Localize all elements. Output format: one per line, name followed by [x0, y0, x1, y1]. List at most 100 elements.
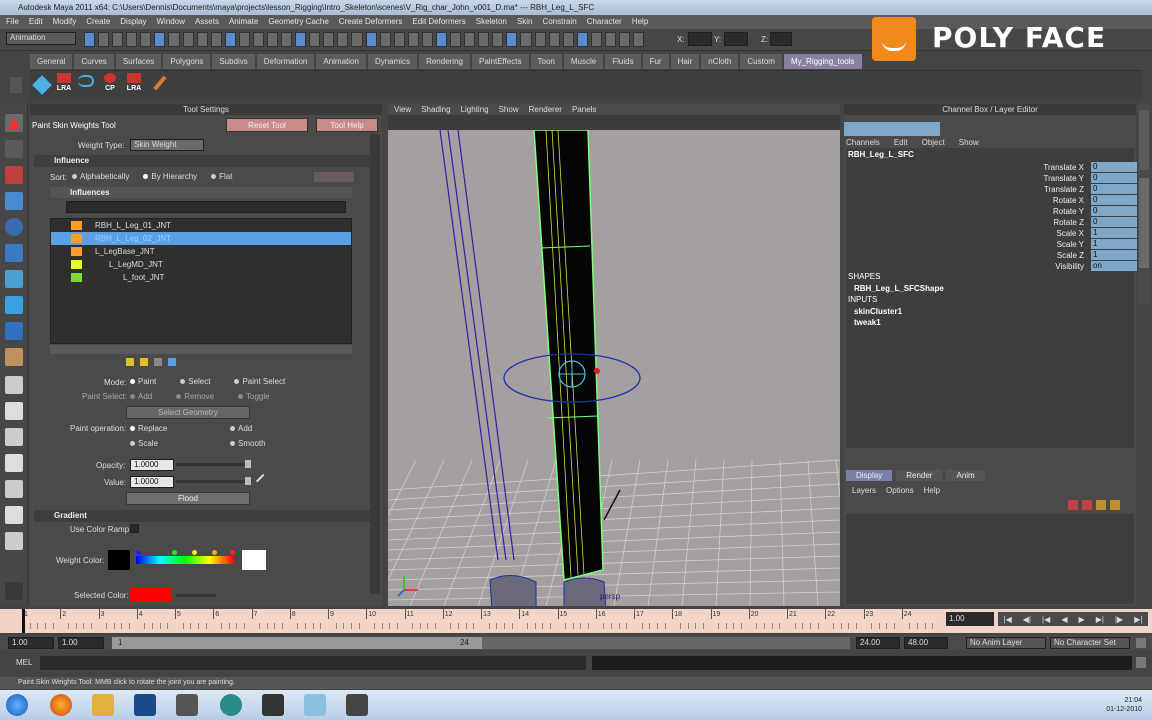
- lra-button-1[interactable]: LRA: [54, 73, 74, 97]
- radio-button[interactable]: [211, 174, 217, 180]
- status-line-icon[interactable]: [196, 32, 208, 47]
- channel-row[interactable]: Scale Z 1: [846, 250, 1137, 261]
- weight-color-white-swatch[interactable]: [242, 550, 266, 570]
- playback-end-field[interactable]: 24.00: [856, 637, 900, 649]
- channel-value[interactable]: 1: [1091, 250, 1137, 260]
- channel-box-mode-buttons[interactable]: [844, 122, 940, 136]
- channel-menu-show[interactable]: Show: [959, 138, 979, 147]
- status-line-icon[interactable]: [464, 32, 476, 47]
- z-field[interactable]: [770, 32, 792, 46]
- layout-custom-icon[interactable]: [5, 532, 23, 550]
- radio-button[interactable]: [176, 394, 182, 400]
- shelf-tab-painteffects[interactable]: PaintEffects: [471, 54, 529, 69]
- radio-button[interactable]: [238, 394, 244, 400]
- status-line-icon[interactable]: [309, 32, 321, 47]
- channel-row[interactable]: Translate X 0: [846, 162, 1137, 173]
- menu-modify[interactable]: Modify: [53, 15, 77, 29]
- channel-row[interactable]: Rotate Z 0: [846, 217, 1137, 228]
- layout-hypershade-icon[interactable]: [5, 506, 23, 524]
- influence-toolbar-icons[interactable]: [314, 172, 354, 182]
- channel-value[interactable]: 0: [1091, 184, 1137, 194]
- influence-lock-icons[interactable]: [126, 358, 196, 368]
- status-line-icon[interactable]: [590, 32, 602, 47]
- radio-button[interactable]: [180, 379, 186, 385]
- move-tool-icon[interactable]: [5, 192, 23, 210]
- weight-type-dropdown[interactable]: Skin Weight: [130, 139, 204, 151]
- menu-assets[interactable]: Assets: [195, 15, 219, 29]
- layout-graph-icon[interactable]: [5, 454, 23, 472]
- radio-button[interactable]: [130, 441, 135, 447]
- influences-scrollbar[interactable]: [50, 345, 352, 354]
- paint-operation-add[interactable]: Add: [230, 424, 252, 433]
- maya-icon[interactable]: [262, 694, 284, 716]
- rotate-tool-icon[interactable]: [5, 218, 23, 236]
- status-line-icon[interactable]: [112, 32, 124, 47]
- channel-value[interactable]: 0: [1091, 217, 1137, 227]
- channel-box-side-tab[interactable]: [1139, 178, 1149, 268]
- status-line-icon[interactable]: [604, 32, 616, 47]
- scale-tool-icon[interactable]: [5, 244, 23, 262]
- layer-tab-display[interactable]: Display: [846, 470, 893, 481]
- channel-value[interactable]: 0: [1091, 162, 1137, 172]
- influence-filter-input[interactable]: [66, 201, 346, 213]
- start-time-field[interactable]: 1.00: [8, 637, 54, 649]
- status-line-icon[interactable]: [520, 32, 532, 47]
- y-field[interactable]: [724, 32, 748, 46]
- paint-operation-smooth[interactable]: Smooth: [230, 439, 266, 448]
- shelf-tab-curves[interactable]: Curves: [74, 54, 114, 69]
- status-line-icon[interactable]: [126, 32, 138, 47]
- current-time-marker[interactable]: [22, 609, 25, 633]
- shelf-tab-general[interactable]: General: [30, 54, 73, 69]
- menu-create[interactable]: Create: [86, 15, 110, 29]
- shelf-tab-ncloth[interactable]: nCloth: [701, 54, 739, 69]
- anim-layer-dropdown[interactable]: No Anim Layer: [966, 637, 1046, 649]
- weight-color-black-swatch[interactable]: [108, 550, 130, 570]
- radio-button[interactable]: [143, 174, 149, 180]
- channel-value[interactable]: 1: [1091, 228, 1137, 238]
- photoshop-icon[interactable]: [134, 694, 156, 716]
- menu-constrain[interactable]: Constrain: [542, 15, 576, 29]
- shelf-tab-hair[interactable]: Hair: [670, 54, 700, 69]
- paint-weights-icon[interactable]: [5, 348, 23, 366]
- channel-row[interactable]: Scale Y 1: [846, 239, 1137, 250]
- layer-menu-help[interactable]: Help: [924, 486, 940, 495]
- shape-name[interactable]: RBH_Leg_L_SFCShape: [854, 284, 944, 293]
- gradient-section-header[interactable]: Gradient: [34, 510, 370, 522]
- layer-tab-render[interactable]: Render: [896, 470, 943, 481]
- status-line-icon[interactable]: [506, 32, 518, 47]
- menu-create-deformers[interactable]: Create Deformers: [339, 15, 403, 29]
- status-line-icon[interactable]: [182, 32, 194, 47]
- weight-color-ramp[interactable]: [136, 550, 235, 570]
- channel-value[interactable]: 0: [1091, 195, 1137, 205]
- status-line-icon[interactable]: [238, 32, 250, 47]
- paint-brush-icon[interactable]: [150, 75, 168, 95]
- status-line-icon[interactable]: [618, 32, 631, 47]
- status-line-icon[interactable]: [562, 32, 574, 47]
- value-field[interactable]: 1.0000: [130, 476, 174, 488]
- status-line-icon[interactable]: [435, 32, 448, 47]
- input-node[interactable]: skinCluster1: [854, 306, 902, 317]
- sort-option-flat[interactable]: Flat: [211, 172, 233, 181]
- step-forward-frame-icon[interactable]: ▶|: [1096, 615, 1104, 624]
- status-line-icon[interactable]: [351, 32, 363, 47]
- mel-input[interactable]: [40, 656, 586, 670]
- radio-button[interactable]: [130, 426, 135, 432]
- menu-character[interactable]: Character: [587, 15, 622, 29]
- layout-four-icon[interactable]: [5, 402, 23, 420]
- influence-section-header[interactable]: Influence: [34, 155, 370, 167]
- start-button-icon[interactable]: [6, 694, 28, 716]
- viewport-menu-show[interactable]: Show: [499, 104, 519, 115]
- channel-value[interactable]: 0: [1091, 173, 1137, 183]
- paint-select-option-add[interactable]: Add: [130, 392, 152, 401]
- attribute-editor-side-tab[interactable]: [1139, 110, 1149, 170]
- layout-side-icon[interactable]: [5, 428, 23, 446]
- channel-value[interactable]: 0: [1091, 206, 1137, 216]
- menu-help[interactable]: Help: [632, 15, 648, 29]
- layout-outliner-icon[interactable]: [5, 480, 23, 498]
- curve-tool-button[interactable]: [78, 75, 98, 97]
- channel-menu-object[interactable]: Object: [922, 138, 945, 147]
- shelf-tab-polygons[interactable]: Polygons: [163, 54, 211, 69]
- status-line-icon[interactable]: [84, 32, 96, 47]
- app-icon-1[interactable]: [176, 694, 198, 716]
- channel-row[interactable]: Rotate Y 0: [846, 206, 1137, 217]
